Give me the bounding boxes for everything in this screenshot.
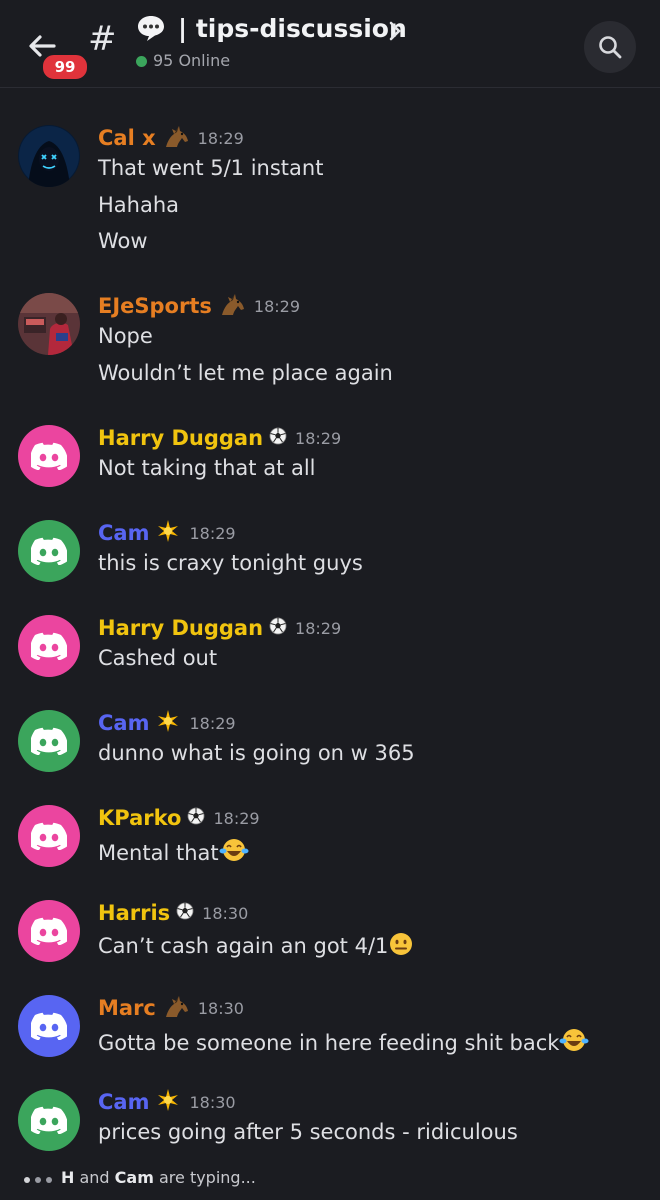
message-text: That went 5/1 instant xyxy=(98,156,324,180)
message-header: Cam 18:30 xyxy=(98,1088,236,1116)
laughing-tears-icon xyxy=(219,836,249,869)
channel-name[interactable]: | tips-discussion xyxy=(178,14,407,43)
channel-header: 99 # | tips-discussion 95 Online xyxy=(0,0,660,88)
message-header: Harry Duggan 18:29 xyxy=(98,614,341,642)
user-avatar[interactable] xyxy=(18,710,80,772)
typing-indicator: H and Cam are typing... xyxy=(24,1168,256,1187)
typing-dots-icon xyxy=(24,1168,57,1187)
horse-icon xyxy=(218,291,246,321)
author-name[interactable]: Harry Duggan xyxy=(98,426,263,450)
timestamp: 18:29 xyxy=(213,808,260,828)
horse-icon xyxy=(162,993,190,1023)
message-header: Cam 18:29 xyxy=(98,709,236,737)
user-avatar[interactable] xyxy=(18,805,80,867)
message-header: EJeSports 18:29 xyxy=(98,292,300,320)
typing-user: Cam xyxy=(114,1168,154,1187)
author-name[interactable]: EJeSports xyxy=(98,294,212,318)
message-text: Mental that xyxy=(98,836,249,869)
timestamp: 18:29 xyxy=(197,128,244,148)
laughing-tears-icon xyxy=(559,1026,589,1059)
user-avatar[interactable] xyxy=(18,995,80,1057)
message-text: Nope xyxy=(98,324,153,348)
unread-badge: 99 xyxy=(40,52,90,82)
message-text: Not taking that at all xyxy=(98,456,316,480)
neutral-face-icon xyxy=(388,931,414,962)
soccer-ball-icon xyxy=(269,427,287,449)
sparkle-star-icon xyxy=(155,518,181,548)
soccer-ball-icon xyxy=(176,902,194,924)
search-icon xyxy=(599,36,622,59)
speech-bubble-icon xyxy=(136,14,166,42)
author-name[interactable]: Cal x xyxy=(98,126,156,150)
soccer-ball-icon xyxy=(187,807,205,829)
timestamp: 18:30 xyxy=(189,1092,236,1112)
author-name[interactable]: Marc xyxy=(98,996,156,1020)
sparkle-star-icon xyxy=(155,1087,181,1117)
message-header: Cal x 18:29 xyxy=(98,124,244,152)
message-text: Hahaha xyxy=(98,192,180,217)
timestamp: 18:30 xyxy=(202,903,249,923)
timestamp: 18:29 xyxy=(189,523,236,543)
message-text: Wouldn’t let me place again xyxy=(98,360,393,385)
message-text: Wow xyxy=(98,229,148,253)
message-header: KParko 18:29 xyxy=(98,804,260,832)
message-header: Harris 18:30 xyxy=(98,899,248,927)
horse-icon xyxy=(162,123,190,153)
message-header: Cam 18:29 xyxy=(98,519,236,547)
user-avatar[interactable] xyxy=(18,615,80,677)
timestamp: 18:29 xyxy=(189,713,236,733)
online-status-dot xyxy=(136,56,147,67)
sparkle-star-icon xyxy=(155,708,181,738)
author-name[interactable]: Harris xyxy=(98,901,170,925)
message-text: this is craxy tonight guys xyxy=(98,551,363,575)
user-avatar[interactable] xyxy=(18,125,80,187)
message-text: prices going after 5 seconds - ridiculou… xyxy=(98,1120,518,1144)
message-text: Can’t cash again an got 4/1 xyxy=(98,931,414,962)
timestamp: 18:29 xyxy=(295,618,342,638)
typing-user: H xyxy=(61,1168,75,1187)
user-avatar[interactable] xyxy=(18,293,80,355)
search-button[interactable] xyxy=(584,21,636,73)
author-name[interactable]: Cam xyxy=(98,711,149,735)
user-avatar[interactable] xyxy=(18,900,80,962)
timestamp: 18:29 xyxy=(295,428,342,448)
soccer-ball-icon xyxy=(269,617,287,639)
timestamp: 18:29 xyxy=(253,296,300,316)
typing-suffix: are typing... xyxy=(153,1168,256,1187)
online-count: 95 Online xyxy=(153,51,231,70)
typing-and: and xyxy=(74,1168,115,1187)
chevron-right-icon[interactable] xyxy=(388,20,402,46)
message-text: dunno what is going on w 365 xyxy=(98,741,415,765)
author-name[interactable]: KParko xyxy=(98,806,181,830)
user-avatar[interactable] xyxy=(18,425,80,487)
message-text: Gotta be someone in here feeding shit ba… xyxy=(98,1026,589,1059)
author-name[interactable]: Cam xyxy=(98,521,149,545)
message-text: Cashed out xyxy=(98,646,218,670)
message-header: Harry Duggan 18:29 xyxy=(98,424,341,452)
channel-hash-icon: # xyxy=(88,19,117,59)
message-header: Marc 18:30 xyxy=(98,994,244,1022)
user-avatar[interactable] xyxy=(18,520,80,582)
author-name[interactable]: Cam xyxy=(98,1090,149,1114)
timestamp: 18:30 xyxy=(197,998,244,1018)
user-avatar[interactable] xyxy=(18,1089,80,1151)
author-name[interactable]: Harry Duggan xyxy=(98,616,263,640)
